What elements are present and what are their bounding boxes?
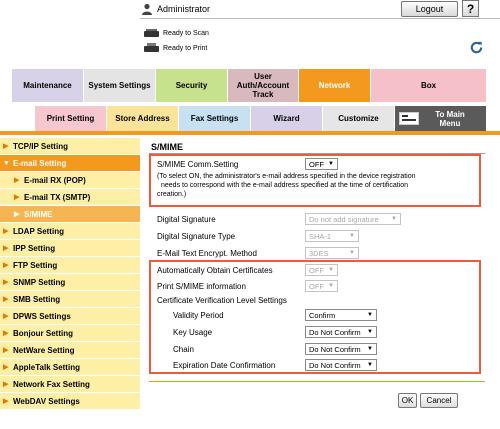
sidebar-item-snmp[interactable]: ▶ SNMP Setting (0, 274, 140, 291)
encrypt-method-label: E-Mail Text Encrypt. Method (157, 249, 257, 258)
arrow-right-icon: ▶ (14, 194, 20, 201)
dropdown-arrow-icon: ▼ (328, 161, 334, 167)
to-main-menu-label: To Main Menu (435, 109, 465, 128)
ok-button[interactable]: OK (398, 393, 417, 408)
tab-underline (0, 131, 500, 135)
sidebar-item-bonjour[interactable]: ▶ Bonjour Setting (0, 325, 140, 342)
print-info-select[interactable]: OFF ▼ (305, 280, 338, 292)
printer-icon (144, 43, 159, 52)
expiration-label: Expiration Date Confirmation (173, 361, 276, 370)
auto-obtain-select[interactable]: OFF ▼ (305, 264, 338, 276)
menu-home-icon (399, 112, 419, 125)
sidebar-item-email-tx[interactable]: ▶ E-mail TX (SMTP) (0, 189, 140, 206)
cert-verify-label: Certificate Verification Level Settings (157, 296, 287, 305)
tab-network[interactable]: Network (299, 69, 371, 102)
arrow-right-icon: ▶ (3, 381, 9, 388)
comm-setting-note: (To select ON, the administrator's e-mai… (157, 173, 416, 198)
user-label: Administrator (157, 4, 211, 14)
sidebar-item-ldap[interactable]: ▶ LDAP Setting (0, 223, 140, 240)
comm-setting-select[interactable]: OFF ▼ (305, 158, 338, 170)
chain-label: Chain (173, 345, 194, 354)
dropdown-arrow-icon: ▼ (367, 329, 373, 335)
encrypt-method-select[interactable]: 3DES ▼ (305, 247, 359, 259)
dropdown-arrow-icon: ▼ (349, 250, 355, 256)
digital-signature-type-select[interactable]: SHA-1 ▼ (305, 230, 359, 242)
tab-customize[interactable]: Customize (323, 106, 395, 131)
sub-tab-bar: Print Setting Store Address Fax Settings… (35, 106, 486, 131)
tab-maintenance[interactable]: Maintenance (12, 69, 84, 102)
arrow-down-icon: ▼ (3, 159, 10, 167)
sidebar-item-dpws[interactable]: ▶ DPWS Settings (0, 308, 140, 325)
validity-label: Validity Period (173, 311, 224, 320)
digital-signature-select[interactable]: Do not add signature ▼ (305, 213, 401, 225)
sidebar-item-email[interactable]: ▼ E-mail Setting (0, 155, 140, 172)
sidebar-item-network-fax[interactable]: ▶ Network Fax Setting (0, 376, 140, 393)
arrow-right-icon: ▶ (3, 347, 9, 354)
arrow-right-icon: ▶ (14, 177, 20, 184)
help-button[interactable]: ? (462, 0, 479, 17)
tab-print-setting[interactable]: Print Setting (35, 106, 107, 131)
dropdown-arrow-icon: ▼ (367, 362, 373, 368)
sidebar-item-email-rx[interactable]: ▶ E-mail RX (POP) (0, 172, 140, 189)
header-divider (140, 18, 500, 19)
arrow-right-icon: ▶ (3, 245, 9, 252)
arrow-right-icon: ▶ (3, 143, 9, 150)
cancel-button[interactable]: Cancel (420, 393, 458, 408)
arrow-right-icon: ▶ (3, 296, 9, 303)
user-icon (142, 3, 152, 15)
tab-store-address[interactable]: Store Address (107, 106, 179, 131)
key-usage-label: Key Usage (173, 328, 213, 337)
arrow-right-icon: ▶ (3, 313, 9, 320)
tab-user-auth[interactable]: User Auth/Account Track (228, 69, 299, 102)
tab-fax-settings[interactable]: Fax Settings (179, 106, 251, 131)
expiration-select[interactable]: Do Not Confirm ▼ (305, 359, 377, 371)
dropdown-arrow-icon: ▼ (367, 312, 373, 318)
arrow-right-icon: ▶ (3, 398, 9, 405)
comm-setting-label: S/MIME Comm.Setting (157, 160, 239, 169)
sidebar-item-webdav[interactable]: ▶ WebDAV Settings (0, 393, 140, 410)
sidebar-item-smb[interactable]: ▶ SMB Setting (0, 291, 140, 308)
to-main-menu-button[interactable]: To Main Menu (395, 106, 486, 131)
main-tab-bar: Maintenance System Settings Security Use… (12, 69, 486, 102)
logout-button[interactable]: Logout (401, 1, 458, 17)
arrow-right-icon: ▶ (14, 211, 20, 218)
validity-select[interactable]: Confirm ▼ (305, 309, 377, 321)
dropdown-arrow-icon: ▼ (367, 346, 373, 352)
print-info-label: Print S/MIME information (157, 282, 246, 291)
user-info: Administrator (141, 2, 210, 16)
page-title: S/MIME (151, 142, 184, 152)
tab-system-settings[interactable]: System Settings (84, 69, 156, 102)
dropdown-arrow-icon: ▼ (328, 283, 334, 289)
sidebar-item-ipp[interactable]: ▶ IPP Setting (0, 240, 140, 257)
tab-box[interactable]: Box (371, 69, 486, 102)
sidebar-item-smime[interactable]: ▶ S/MIME (0, 206, 140, 223)
auto-obtain-label: Automatically Obtain Certificates (157, 266, 273, 275)
sidebar: ▶ TCP/IP Setting ▼ E-mail Setting ▶ E-mail … (0, 138, 140, 410)
arrow-right-icon: ▶ (3, 279, 9, 286)
tab-wizard[interactable]: Wizard (251, 106, 323, 131)
chain-select[interactable]: Do Not Confirm ▼ (305, 343, 377, 355)
status-print: Ready to Print (143, 42, 207, 54)
arrow-right-icon: ▶ (3, 364, 9, 371)
arrow-right-icon: ▶ (3, 262, 9, 269)
sidebar-item-appletalk[interactable]: ▶ AppleTalk Setting (0, 359, 140, 376)
digital-signature-label: Digital Signature (157, 215, 216, 224)
scanner-icon (144, 29, 159, 37)
refresh-icon[interactable] (469, 40, 484, 55)
sidebar-item-ftp[interactable]: ▶ FTP Setting (0, 257, 140, 274)
arrow-right-icon: ▶ (3, 228, 9, 235)
arrow-right-icon: ▶ (3, 330, 9, 337)
sidebar-item-tcpip[interactable]: ▶ TCP/IP Setting (0, 138, 140, 155)
digital-signature-type-label: Digital Signature Type (157, 232, 236, 241)
dropdown-arrow-icon: ▼ (349, 233, 355, 239)
dropdown-arrow-icon: ▼ (328, 267, 334, 273)
status-scan: Ready to Scan (143, 27, 209, 39)
tab-security[interactable]: Security (156, 69, 228, 102)
form-divider (149, 381, 485, 382)
dropdown-arrow-icon: ▼ (391, 216, 397, 222)
status-print-text: Ready to Print (163, 44, 208, 52)
status-scan-text: Ready to Scan (163, 29, 209, 37)
sidebar-item-netware[interactable]: ▶ NetWare Setting (0, 342, 140, 359)
key-usage-select[interactable]: Do Not Confirm ▼ (305, 326, 377, 338)
